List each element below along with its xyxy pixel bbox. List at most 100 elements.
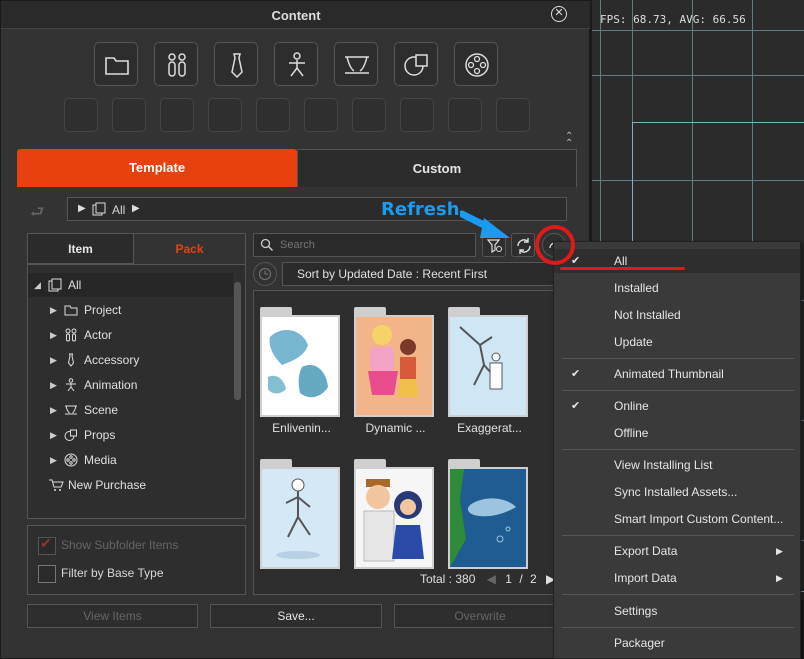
collapse-icon[interactable]: ⌃ ⌃ bbox=[565, 132, 573, 149]
slot[interactable] bbox=[112, 98, 146, 132]
tree-item-label[interactable]: Accessory bbox=[84, 348, 139, 372]
slot[interactable] bbox=[352, 98, 386, 132]
search-field[interactable] bbox=[253, 233, 476, 257]
breadcrumb-label[interactable]: All bbox=[112, 203, 125, 217]
tree-item-label[interactable]: New Purchase bbox=[68, 473, 146, 497]
menu-item-view-installing-list[interactable]: View Installing List bbox=[554, 453, 800, 477]
menu-item-packager[interactable]: Packager bbox=[554, 631, 800, 655]
menu-item-label[interactable]: Smart Import Custom Content... bbox=[614, 507, 783, 531]
item-label[interactable]: Dynamic ... bbox=[348, 421, 443, 435]
menu-item-label[interactable]: Offline bbox=[614, 421, 648, 445]
chevron-right-icon[interactable]: ▶ bbox=[50, 298, 57, 322]
menu-item-export-data[interactable]: Export Data ▶ bbox=[554, 539, 800, 563]
search-input[interactable] bbox=[278, 236, 468, 254]
tree-item-props[interactable]: ▶ Props bbox=[28, 423, 233, 447]
category-project-button[interactable] bbox=[94, 42, 138, 86]
menu-item-label[interactable]: Update bbox=[614, 330, 653, 354]
menu-item-installed[interactable]: Installed bbox=[554, 276, 800, 300]
menu-item-label[interactable]: Export Data bbox=[614, 539, 677, 563]
tab-template[interactable]: Template bbox=[17, 149, 297, 187]
slot[interactable] bbox=[448, 98, 482, 132]
tree-item-new-purchase[interactable]: New Purchase bbox=[28, 473, 233, 497]
item-label[interactable]: Exaggerat... bbox=[442, 421, 537, 435]
tab-custom[interactable]: Custom bbox=[297, 149, 577, 187]
item-thumbnail[interactable] bbox=[448, 315, 528, 417]
overwrite-button[interactable]: Overwrite bbox=[394, 604, 566, 628]
category-media-button[interactable] bbox=[454, 42, 498, 86]
tree-item-label[interactable]: All bbox=[68, 273, 81, 297]
menu-item-label[interactable]: Not Installed bbox=[614, 303, 681, 327]
chevron-right-icon[interactable]: ▶ bbox=[78, 203, 86, 214]
show-subfolder-checkbox[interactable]: ✔ bbox=[38, 535, 56, 555]
menu-item-settings[interactable]: Settings bbox=[554, 599, 800, 623]
grid-item[interactable]: Enlivenin... bbox=[254, 291, 340, 435]
chevron-right-icon[interactable]: ▶ bbox=[50, 398, 57, 422]
tree-item-actor[interactable]: ▶ Actor bbox=[28, 323, 233, 347]
grid-item[interactable]: Dynamic ... bbox=[348, 291, 434, 435]
slot[interactable] bbox=[400, 98, 434, 132]
item-thumbnail[interactable] bbox=[260, 315, 340, 417]
filter-base-type-checkbox[interactable] bbox=[38, 565, 56, 583]
tab-item[interactable]: Item bbox=[27, 233, 134, 264]
close-icon[interactable]: ✕ bbox=[551, 6, 567, 22]
tree-item-animation[interactable]: ▶ Animation bbox=[28, 373, 233, 397]
item-thumbnail[interactable] bbox=[354, 467, 434, 569]
slot[interactable] bbox=[496, 98, 530, 132]
category-props-button[interactable] bbox=[394, 42, 438, 86]
prev-page-icon[interactable]: ◀ bbox=[487, 572, 496, 586]
refresh-button[interactable] bbox=[511, 233, 535, 257]
current-page[interactable]: 1 bbox=[505, 572, 512, 586]
back-icon[interactable]: ⮐ bbox=[30, 201, 44, 228]
item-thumbnail[interactable] bbox=[260, 467, 340, 569]
menu-item-not-installed[interactable]: Not Installed bbox=[554, 303, 800, 327]
chevron-right-icon[interactable]: ▶ bbox=[50, 448, 57, 472]
slot[interactable] bbox=[256, 98, 290, 132]
menu-item-online[interactable]: ✔ Online bbox=[554, 394, 800, 418]
category-animation-button[interactable] bbox=[274, 42, 318, 86]
tree-item-label[interactable]: Project bbox=[84, 298, 121, 322]
menu-item-label[interactable]: Settings bbox=[614, 599, 657, 623]
tree-item-media[interactable]: ▶ Media bbox=[28, 448, 233, 472]
menu-item-label[interactable]: Packager bbox=[614, 631, 665, 655]
chevron-right-icon[interactable]: ▶ bbox=[50, 348, 57, 372]
chevron-right-icon[interactable]: ▶ bbox=[50, 373, 57, 397]
menu-item-label[interactable]: View Installing List bbox=[614, 453, 713, 477]
chevron-right-icon[interactable]: ▶ bbox=[50, 323, 57, 347]
menu-item-label[interactable]: Animated Thumbnail bbox=[614, 362, 724, 386]
grid-item[interactable]: Exaggerat... bbox=[442, 291, 528, 435]
chevron-right-icon[interactable]: ▶ bbox=[50, 423, 57, 447]
menu-item-label[interactable]: Sync Installed Assets... bbox=[614, 480, 737, 504]
tree-item-accessory[interactable]: ▶ Accessory bbox=[28, 348, 233, 372]
tree-item-label[interactable]: Scene bbox=[84, 398, 118, 422]
tree-item-label[interactable]: Media bbox=[84, 448, 117, 472]
tree-scrollbar[interactable] bbox=[234, 282, 241, 400]
tree-item-label[interactable]: Animation bbox=[84, 373, 137, 397]
menu-item-update[interactable]: Update bbox=[554, 330, 800, 354]
chevron-down-icon[interactable]: ◢ bbox=[34, 273, 41, 297]
grid-item[interactable] bbox=[348, 443, 434, 569]
menu-item-label[interactable]: Installed bbox=[614, 276, 659, 300]
menu-item-offline[interactable]: Offline bbox=[554, 421, 800, 445]
save-button[interactable]: Save... bbox=[210, 604, 382, 628]
menu-item-smart-import[interactable]: Smart Import Custom Content... bbox=[554, 507, 800, 531]
slot[interactable] bbox=[160, 98, 194, 132]
category-accessory-button[interactable] bbox=[214, 42, 258, 86]
tree-item-project[interactable]: ▶ Project bbox=[28, 298, 233, 322]
tree-item-scene[interactable]: ▶ Scene bbox=[28, 398, 233, 422]
chevron-right-icon[interactable]: ▶ bbox=[132, 203, 140, 214]
tree-item-all[interactable]: ◢ All bbox=[28, 273, 233, 297]
sort-dropdown[interactable]: Sort by Updated Date : Recent First bbox=[282, 262, 562, 286]
category-actor-button[interactable] bbox=[154, 42, 198, 86]
tree-item-label[interactable]: Props bbox=[84, 423, 115, 447]
item-thumbnail[interactable] bbox=[448, 467, 528, 569]
tab-pack[interactable]: Pack bbox=[134, 233, 246, 264]
slot[interactable] bbox=[304, 98, 338, 132]
menu-item-label[interactable]: Import Data bbox=[614, 566, 677, 590]
item-label[interactable]: Enlivenin... bbox=[254, 421, 349, 435]
menu-item-import-data[interactable]: Import Data ▶ bbox=[554, 566, 800, 590]
category-scene-button[interactable] bbox=[334, 42, 378, 86]
view-items-button[interactable]: View Items bbox=[27, 604, 198, 628]
item-thumbnail[interactable] bbox=[354, 315, 434, 417]
menu-item-label[interactable]: Online bbox=[614, 394, 649, 418]
grid-item[interactable] bbox=[254, 443, 340, 569]
